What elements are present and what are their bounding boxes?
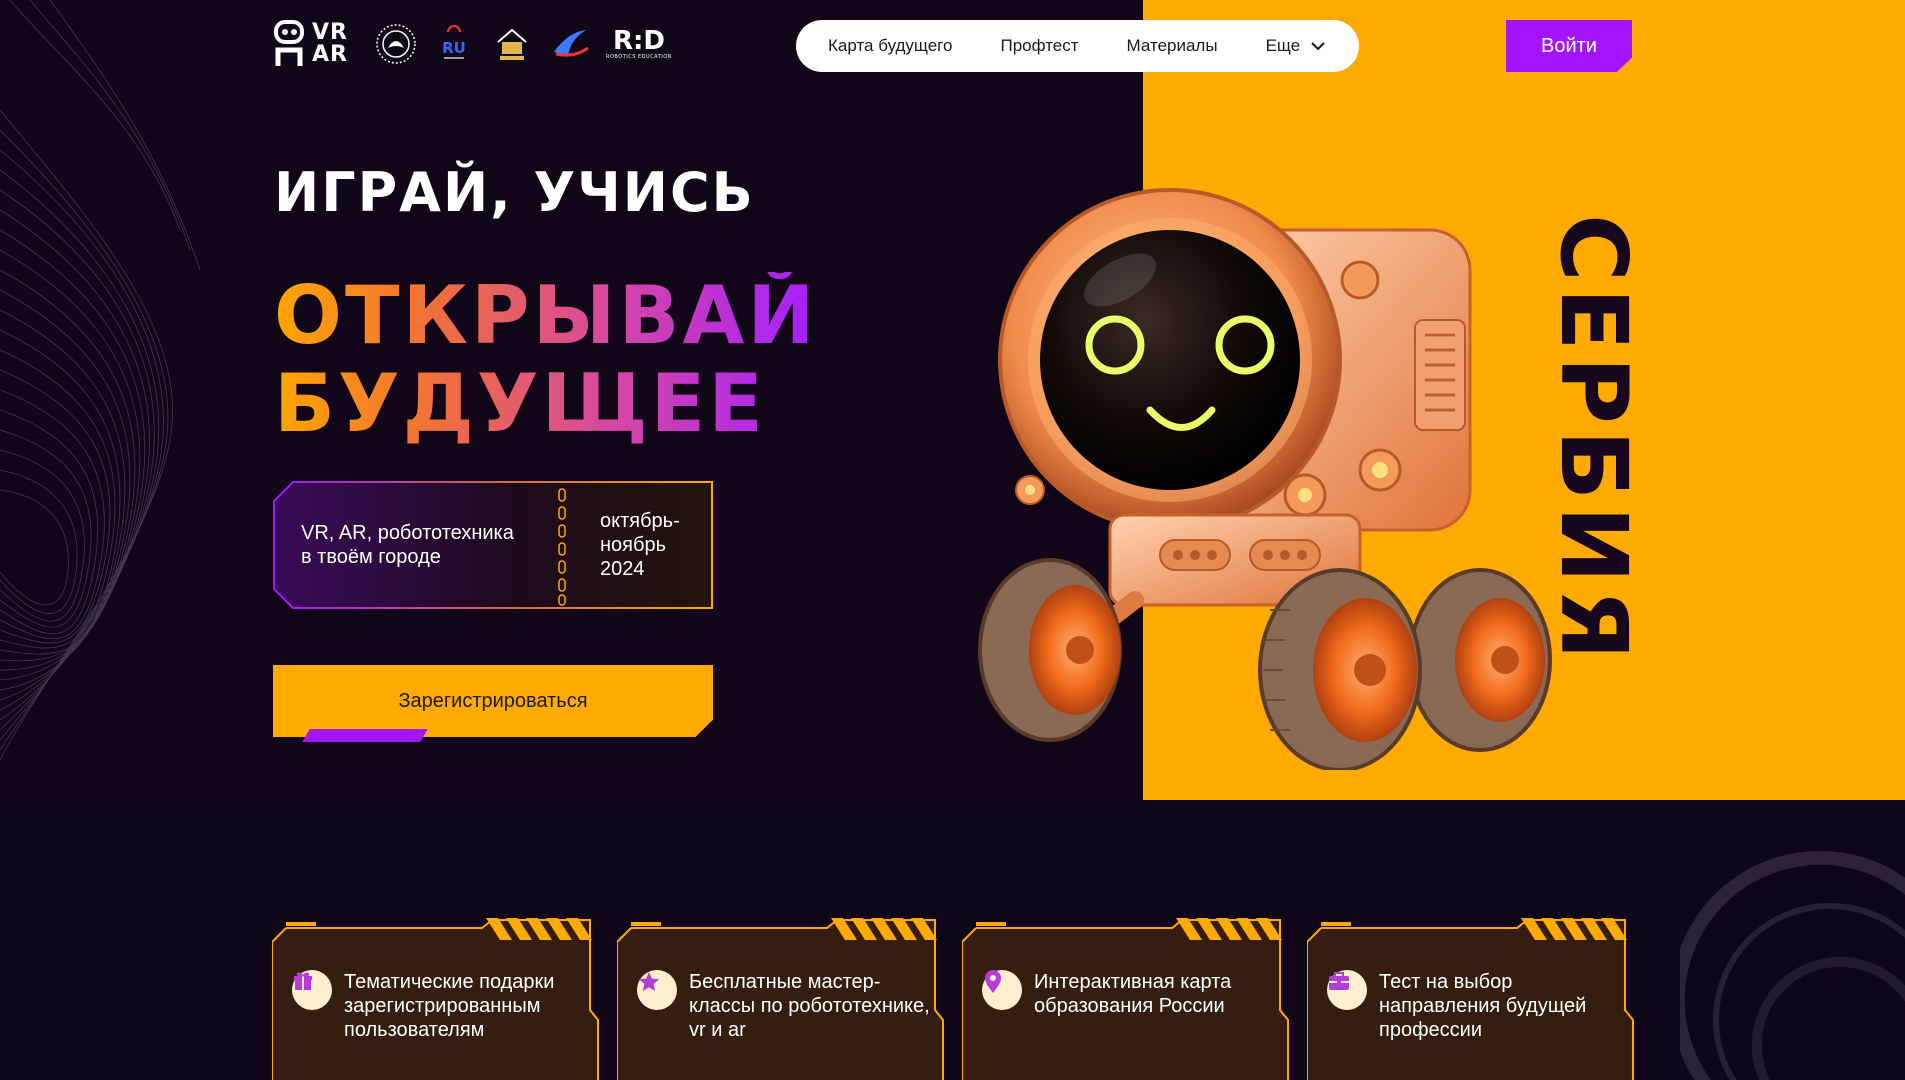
- robot-mascot-icon: [274, 20, 304, 66]
- hero-title-line1: ОТКРЫВАЙ: [274, 269, 818, 362]
- main-nav: Карта будущего Профтест Материалы Еще: [796, 20, 1359, 72]
- wave-emblem-icon[interactable]: [548, 22, 592, 66]
- feature-card-masterclasses: Бесплатные мастер-классы по робототехник…: [617, 918, 944, 1080]
- circle-decoration: [1680, 850, 1905, 1080]
- ru-logo-text: RU: [442, 39, 466, 57]
- wave-lines-decoration: [0, 0, 200, 761]
- rid-logo[interactable]: R:D ROBOTICS EDUCATION: [606, 28, 672, 60]
- vrar-logo[interactable]: VR AR: [272, 18, 360, 70]
- nav-future-map-label: Карта будущего: [828, 36, 953, 55]
- star-icon: [639, 972, 659, 991]
- feature-card-test: Тест на выбор направления будущей профес…: [1307, 918, 1634, 1080]
- nav-proftest[interactable]: Профтест: [1000, 36, 1078, 56]
- briefcase-icon: [1329, 972, 1349, 990]
- robot-illustration: [978, 188, 1552, 770]
- house-emblem-icon[interactable]: [490, 22, 534, 66]
- nav-proftest-label: Профтест: [1000, 36, 1079, 55]
- register-accent-bar: [302, 729, 428, 742]
- gift-icon: [294, 972, 312, 990]
- chevron-down-icon: [1311, 42, 1325, 51]
- hero-section: СЕРБИЯ VR AR RU R:D ROBOTICS EDUCATION К…: [0, 0, 1905, 800]
- feature-text: Интерактивная карта образования России: [1034, 971, 1232, 1017]
- features-list: Тематические подарки зарегистрированным …: [272, 918, 1634, 1080]
- nav-materials-label: Материалы: [1126, 36, 1218, 55]
- feature-text: Тематические подарки зарегистрированным …: [344, 971, 555, 1041]
- hero-subtitle: ИГРАЙ, УЧИСЬ: [274, 161, 755, 224]
- login-button[interactable]: Войти: [1506, 20, 1632, 72]
- gift-icon-badge: [292, 970, 332, 1010]
- hero-title: ОТКРЫВАЙ БУДУЩЕЕ: [274, 272, 817, 448]
- ticket-description: VR, AR, робототехника в твоём городе: [301, 522, 514, 568]
- feature-card-gifts: Тематические подарки зарегистрированным …: [272, 918, 599, 1080]
- feature-text: Бесплатные мастер-классы по робототехник…: [689, 971, 930, 1041]
- partner-logos: VR AR RU R:D ROBOTICS EDUCATION: [272, 18, 672, 70]
- ticket-dates: октябрь-ноябрь 2024: [600, 510, 680, 580]
- ru-logo-icon[interactable]: RU: [432, 22, 476, 66]
- location-pin-icon: [985, 970, 1001, 993]
- register-button[interactable]: Зарегистрироваться: [273, 665, 713, 737]
- feature-text: Тест на выбор направления будущей профес…: [1379, 971, 1587, 1041]
- rid-logo-caption: ROBOTICS EDUCATION: [606, 54, 672, 60]
- location-pin-icon-badge: [982, 970, 1022, 1010]
- nav-future-map[interactable]: Карта будущего: [828, 36, 952, 56]
- event-ticket: VR, AR, робототехника в твоём городе окт…: [273, 481, 713, 609]
- vrar-logo-bottom: AR: [312, 42, 348, 67]
- nav-more-label: Еще: [1265, 36, 1301, 55]
- rid-logo-title: R:D: [612, 26, 665, 56]
- vrar-logo-top: VR: [312, 20, 348, 45]
- nav-more[interactable]: Еще: [1266, 36, 1327, 56]
- hero-title-line2: БУДУЩЕЕ: [274, 357, 766, 450]
- feature-card-map: Интерактивная карта образования России: [962, 918, 1289, 1080]
- nav-materials[interactable]: Материалы: [1127, 36, 1218, 56]
- star-icon-badge: [637, 970, 677, 1010]
- briefcase-icon-badge: [1327, 970, 1367, 1010]
- university-emblem-icon[interactable]: [374, 22, 418, 66]
